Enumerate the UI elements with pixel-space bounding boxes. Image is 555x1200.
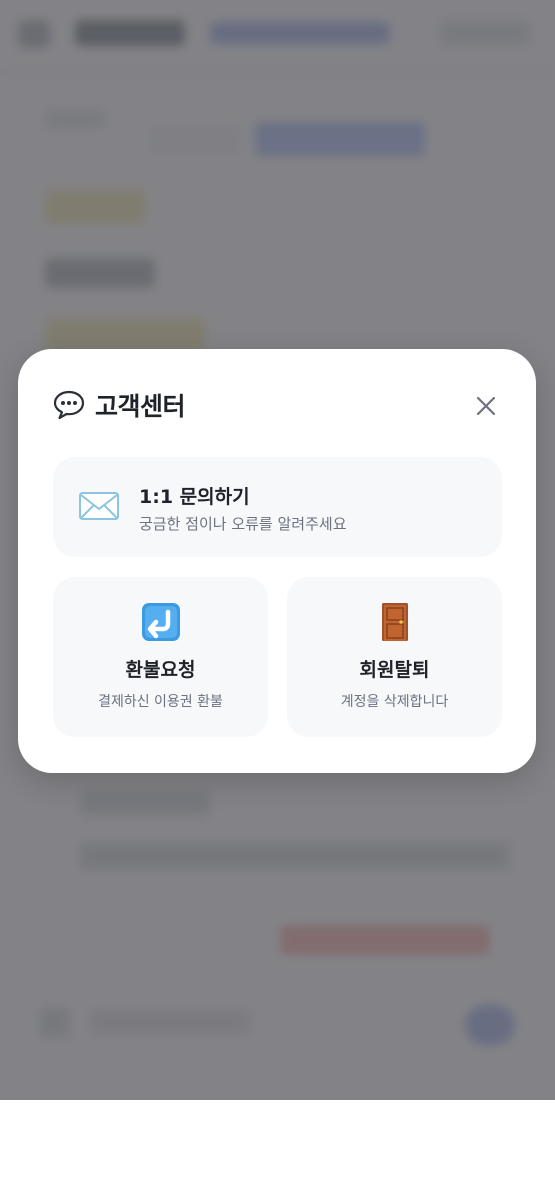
inquiry-card[interactable]: 1:1 문의하기 궁금한 점이나 오류를 알려주세요 bbox=[53, 457, 502, 557]
speech-balloon-icon bbox=[53, 390, 85, 420]
envelope-icon bbox=[79, 492, 119, 520]
return-arrow-icon bbox=[142, 603, 180, 641]
modal-title: 고객센터 bbox=[95, 392, 186, 421]
withdraw-title: 회원탈퇴 bbox=[359, 659, 430, 681]
inquiry-title: 1:1 문의하기 bbox=[139, 486, 250, 508]
withdraw-card[interactable]: 회원탈퇴 계정을 삭제합니다 bbox=[287, 577, 502, 737]
close-button[interactable] bbox=[471, 391, 501, 421]
refund-card[interactable]: 환불요청 결제하신 이용권 환불 bbox=[53, 577, 268, 737]
door-icon bbox=[382, 603, 408, 641]
close-icon bbox=[476, 396, 496, 416]
modal-header: 고객센터 bbox=[53, 385, 186, 425]
refund-description: 결제하신 이용권 환불 bbox=[98, 694, 223, 710]
withdraw-description: 계정을 삭제합니다 bbox=[340, 694, 449, 710]
inquiry-description: 궁금한 점이나 오류를 알려주세요 bbox=[139, 515, 347, 533]
customer-center-modal: 고객센터 1:1 문의하기 궁금한 점이나 오류를 알려주세요 환불요청 결제하… bbox=[18, 349, 536, 773]
refund-title: 환불요청 bbox=[125, 659, 196, 681]
